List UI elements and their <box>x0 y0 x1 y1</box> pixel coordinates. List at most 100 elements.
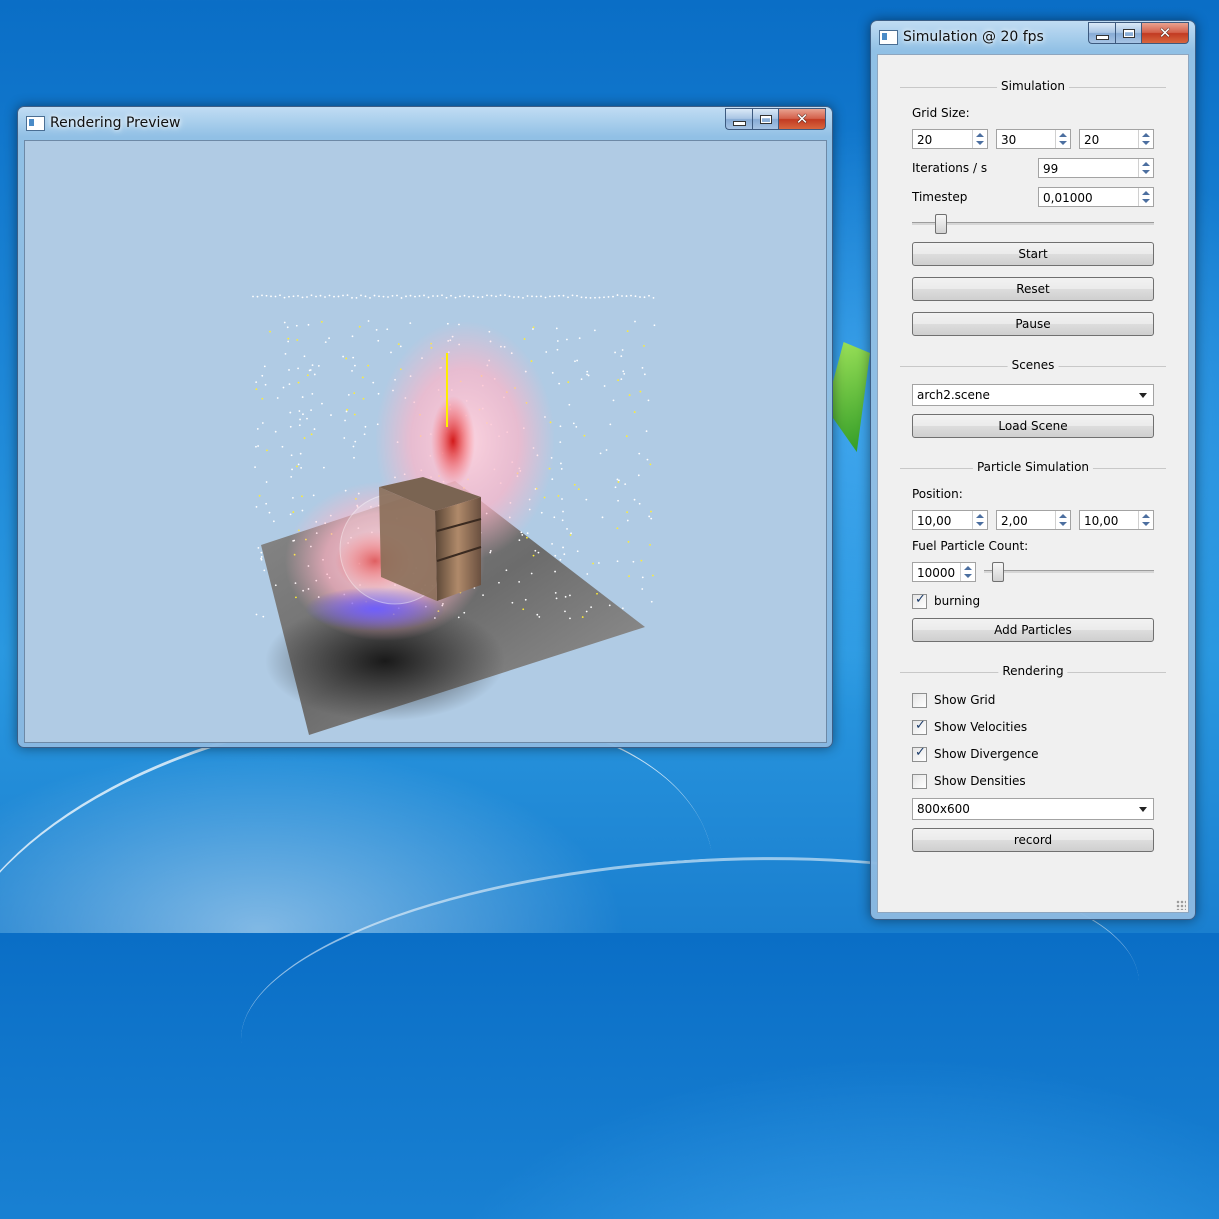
grid-particle <box>400 297 403 299</box>
position-x-value: 10,00 <box>917 514 952 528</box>
spin-up-icon[interactable] <box>976 133 984 137</box>
spin-down-icon[interactable] <box>1142 522 1150 526</box>
grid-particle <box>309 369 312 371</box>
grid-particle <box>569 617 571 620</box>
spin-down-icon[interactable] <box>1059 522 1067 526</box>
spin-up-icon[interactable] <box>1059 514 1067 518</box>
spin-down-icon[interactable] <box>964 574 972 578</box>
grid-particle <box>643 373 646 376</box>
spin-up-icon[interactable] <box>964 566 972 570</box>
grid-particle <box>567 296 569 299</box>
grid-particle <box>616 294 619 296</box>
grid-particle <box>468 295 470 298</box>
grid-particle <box>554 554 557 557</box>
grid-particle <box>260 551 263 554</box>
grid-particle <box>346 294 349 297</box>
slider-thumb[interactable] <box>935 214 947 234</box>
grid-particle <box>581 616 584 618</box>
grid-particle <box>499 294 502 297</box>
minimize-button[interactable] <box>1088 22 1115 44</box>
maximize-button[interactable] <box>1115 22 1141 44</box>
close-button[interactable]: ✕ <box>1141 22 1189 44</box>
minimize-button[interactable] <box>725 108 752 130</box>
preview-titlebar[interactable]: Rendering Preview ✕ <box>18 107 832 137</box>
fuel-count-slider[interactable] <box>984 562 1154 582</box>
render-viewport[interactable] <box>24 140 827 743</box>
grid-particle <box>486 294 488 297</box>
fuel-count-spinbox[interactable]: 10000 <box>912 562 976 582</box>
timestep-slider[interactable] <box>912 214 1154 234</box>
timestep-spinbox[interactable]: 0,01000 <box>1038 187 1154 207</box>
slider-track <box>912 222 1154 225</box>
slider-thumb[interactable] <box>992 562 1004 582</box>
grid-particle <box>596 592 598 595</box>
grid-particle <box>477 296 479 299</box>
resize-grip-icon[interactable] <box>1176 900 1186 910</box>
start-button[interactable]: Start <box>912 242 1154 266</box>
position-x-spinbox[interactable]: 10,00 <box>912 510 988 530</box>
scene-select[interactable]: arch2.scene <box>912 384 1154 406</box>
load-scene-button[interactable]: Load Scene <box>912 414 1154 438</box>
grid-particle <box>614 486 617 489</box>
grid-particle <box>626 511 629 514</box>
grid-particle <box>561 498 563 500</box>
sim-titlebar[interactable]: Simulation @ 20 fps ✕ <box>871 21 1195 51</box>
position-y-spinbox[interactable]: 2,00 <box>996 510 1071 530</box>
grid-particle <box>292 295 295 298</box>
spin-up-icon[interactable] <box>1142 162 1150 166</box>
checkbox-box[interactable] <box>912 693 927 708</box>
grid-particle <box>621 349 624 351</box>
close-button[interactable]: ✕ <box>778 108 826 130</box>
grid-particle <box>638 452 641 455</box>
grid-particle <box>414 295 416 298</box>
grid-particle <box>310 294 313 297</box>
grid-particle <box>649 543 651 546</box>
grid-y-spinbox[interactable]: 30 <box>996 129 1071 149</box>
checkbox-box[interactable]: ✓ <box>912 592 927 609</box>
grid-particle <box>301 495 303 498</box>
add-particles-button[interactable]: Add Particles <box>912 618 1154 642</box>
checkbox-box[interactable]: ✓ <box>912 745 927 762</box>
iterations-spinbox[interactable]: 99 <box>1038 158 1154 178</box>
spin-up-icon[interactable] <box>1142 514 1150 518</box>
grid-particle <box>328 294 331 297</box>
spin-up-icon[interactable] <box>976 514 984 518</box>
grid-particle <box>560 468 563 470</box>
grid-particle <box>284 352 287 355</box>
grid-particle <box>265 502 268 505</box>
spin-down-icon[interactable] <box>976 141 984 145</box>
grid-particle <box>532 326 535 329</box>
grid-x-spinbox[interactable]: 20 <box>912 129 988 149</box>
grid-particle <box>576 550 579 553</box>
record-button[interactable]: record <box>912 828 1154 852</box>
grid-particle <box>260 555 263 558</box>
position-z-spinbox[interactable]: 10,00 <box>1079 510 1154 530</box>
reset-button[interactable]: Reset <box>912 277 1154 301</box>
spin-down-icon[interactable] <box>1142 199 1150 203</box>
spin-up-icon[interactable] <box>1142 133 1150 137</box>
grid-particle <box>391 294 394 297</box>
maximize-button[interactable] <box>752 108 778 130</box>
grid-particle <box>463 294 466 297</box>
spin-up-icon[interactable] <box>1142 191 1150 195</box>
pause-button[interactable]: Pause <box>912 312 1154 336</box>
spin-down-icon[interactable] <box>1142 170 1150 174</box>
checkbox-box[interactable] <box>912 774 927 789</box>
spin-up-icon[interactable] <box>1059 133 1067 137</box>
grid-particle <box>634 295 637 298</box>
grid-particle <box>299 418 301 421</box>
grid-particle <box>537 551 540 554</box>
resolution-select[interactable]: 800x600 <box>912 798 1154 820</box>
grid-particle <box>495 295 497 298</box>
spin-down-icon[interactable] <box>976 522 984 526</box>
spin-down-icon[interactable] <box>1142 141 1150 145</box>
grid-particle <box>311 364 314 367</box>
spin-down-icon[interactable] <box>1059 141 1067 145</box>
checkbox-box[interactable]: ✓ <box>912 718 927 735</box>
position-z-value: 10,00 <box>1084 514 1119 528</box>
grid-particle <box>274 430 277 433</box>
grid-particle <box>375 328 378 331</box>
grid-z-spinbox[interactable]: 20 <box>1079 129 1154 149</box>
grid-particle <box>290 475 293 478</box>
grid-particle <box>577 488 580 491</box>
